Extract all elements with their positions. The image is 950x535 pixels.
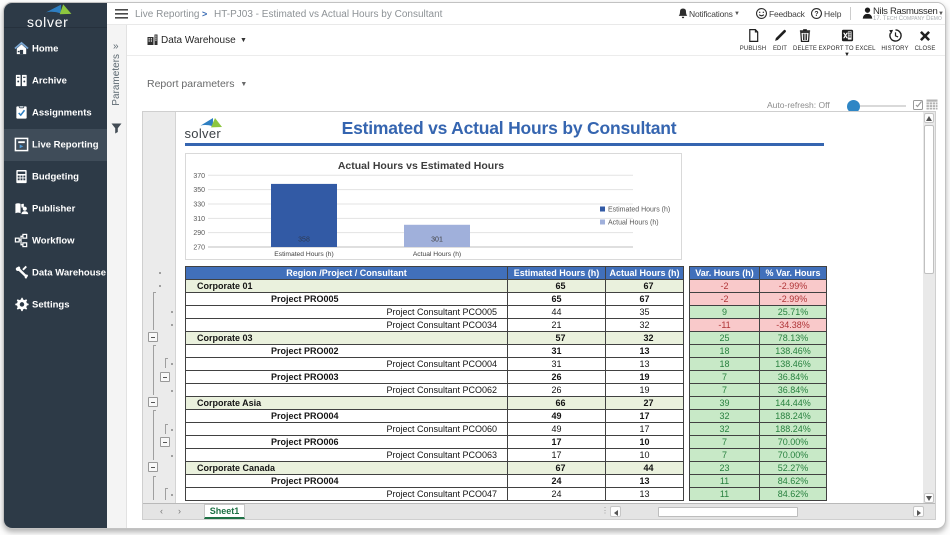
svg-text:Actual Hours (h): Actual Hours (h) xyxy=(608,220,659,227)
svg-text:330: 330 xyxy=(193,201,205,208)
svg-text:301: 301 xyxy=(431,237,443,244)
svg-text:Estimated Hours (h): Estimated Hours (h) xyxy=(608,207,670,214)
svg-text:350: 350 xyxy=(193,187,205,194)
svg-text:310: 310 xyxy=(193,216,205,223)
svg-text:270: 270 xyxy=(193,245,205,252)
svg-text:Actual Hours vs Estimated Hour: Actual Hours vs Estimated Hours xyxy=(338,160,504,172)
svg-text:358: 358 xyxy=(298,237,310,244)
svg-text:Actual Hours (h): Actual Hours (h) xyxy=(413,251,461,258)
svg-text:?: ? xyxy=(814,11,818,18)
svg-text:Estimated Hours (h): Estimated Hours (h) xyxy=(274,251,333,258)
svg-text:370: 370 xyxy=(193,173,205,180)
svg-text:290: 290 xyxy=(193,230,205,237)
